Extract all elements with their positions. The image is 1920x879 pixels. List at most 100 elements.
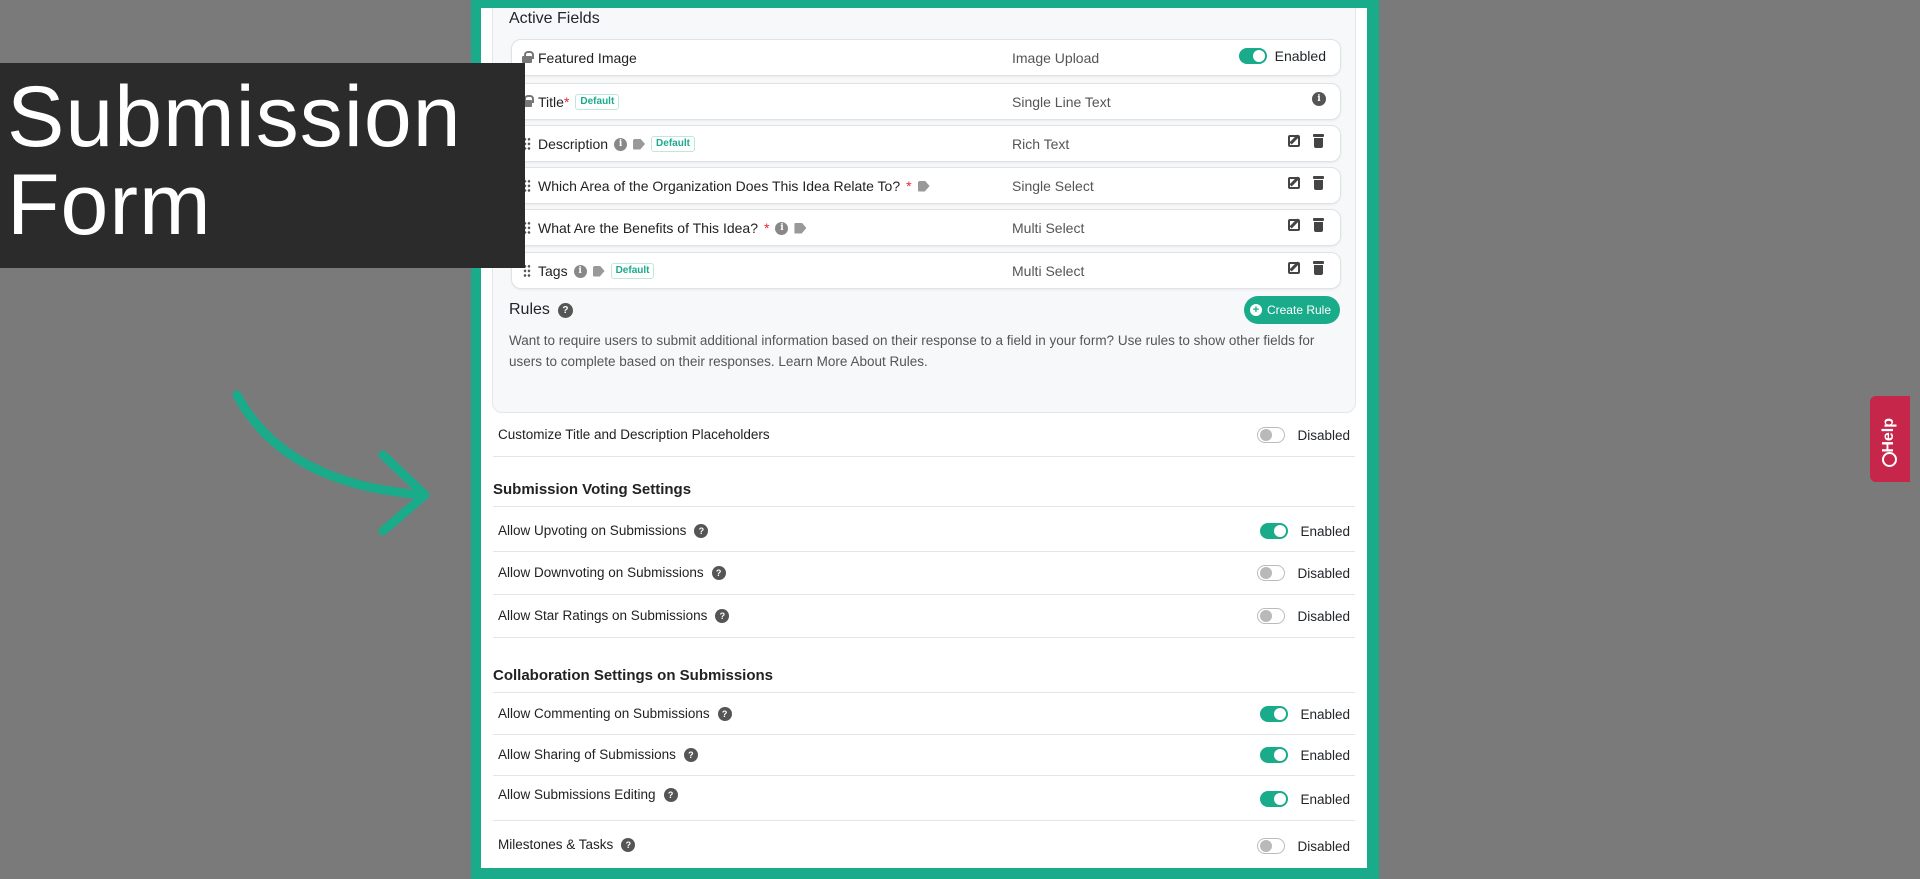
help-icon[interactable]: ? <box>717 706 732 721</box>
voting-section-heading: Submission Voting Settings <box>493 481 1355 507</box>
default-badge: Default <box>575 94 620 110</box>
tag-icon <box>633 138 646 150</box>
field-row-description[interactable]: Description i Default Rich Text <box>511 125 1341 162</box>
create-rule-label: Create Rule <box>1266 303 1331 317</box>
rules-description: Want to require users to submit addition… <box>509 333 1315 369</box>
featured-image-status: Enabled <box>1274 48 1326 64</box>
field-name: Title <box>538 94 564 110</box>
required-mark: * <box>563 94 570 110</box>
sharing-toggle[interactable] <box>1260 747 1289 763</box>
editing-row: Allow Submissions Editing? Enabled <box>493 776 1355 821</box>
field-type: Image Upload <box>1012 50 1100 66</box>
field-row-organization-area[interactable]: Which Area of the Organization Does This… <box>511 167 1341 204</box>
create-rule-button[interactable]: + Create Rule <box>1243 296 1340 324</box>
sharing-label: Allow Sharing of Submissions <box>498 747 676 762</box>
featured-image-toggle[interactable] <box>1238 48 1267 64</box>
field-name: Featured Image <box>538 50 637 66</box>
field-row-title: Title* Default Single Line Text i <box>511 83 1341 120</box>
info-icon[interactable]: i <box>614 137 628 151</box>
sharing-row: Allow Sharing of Submissions? Enabled <box>493 735 1355 776</box>
placeholders-row: Customize Title and Description Placehol… <box>493 412 1355 457</box>
help-icon[interactable]: ? <box>711 565 726 580</box>
help-tab[interactable]: Help <box>1870 396 1910 482</box>
field-name: What Are the Benefits of This Idea? <box>538 220 758 236</box>
commenting-toggle[interactable] <box>1260 706 1289 722</box>
downvoting-row: Allow Downvoting on Submissions? Disable… <box>493 552 1355 595</box>
sharing-status: Enabled <box>1300 747 1350 763</box>
help-tab-label: Help <box>1880 418 1897 453</box>
help-icon[interactable]: ? <box>694 523 709 538</box>
trash-icon[interactable] <box>1312 134 1326 148</box>
field-row-tags[interactable]: Tags i Default Multi Select <box>511 252 1341 289</box>
curved-arrow-icon <box>232 390 430 535</box>
field-type: Multi Select <box>1012 220 1085 236</box>
upvoting-toggle[interactable] <box>1260 523 1289 539</box>
edit-icon[interactable] <box>1288 177 1300 189</box>
downvoting-status: Disabled <box>1297 565 1350 581</box>
trash-icon[interactable] <box>1312 218 1326 232</box>
collaboration-section-heading: Collaboration Settings on Submissions <box>493 667 1355 693</box>
milestones-row: Milestones & Tasks? Disabled <box>493 821 1355 868</box>
field-name: Which Area of the Organization Does This… <box>538 178 901 194</box>
active-fields-title: Active Fields <box>509 10 600 27</box>
overlay-title: Submission Form <box>7 73 462 249</box>
star-ratings-status: Disabled <box>1297 608 1350 624</box>
info-icon[interactable]: i <box>775 221 789 235</box>
info-icon[interactable]: i <box>1312 92 1326 106</box>
form-editor-frame: Active Fields Featured Image Image Uploa… <box>471 0 1379 879</box>
field-row-benefits[interactable]: What Are the Benefits of This Idea? * i … <box>511 209 1341 246</box>
lock-icon <box>522 51 534 63</box>
milestones-toggle[interactable] <box>1257 838 1286 854</box>
field-type: Single Select <box>1012 178 1094 194</box>
default-badge: Default <box>651 136 695 152</box>
tag-icon <box>794 222 807 234</box>
star-ratings-toggle[interactable] <box>1257 608 1286 624</box>
field-type: Single Line Text <box>1012 94 1111 110</box>
field-type: Rich Text <box>1012 136 1070 152</box>
edit-icon[interactable] <box>1288 135 1300 147</box>
star-ratings-row: Allow Star Ratings on Submissions? Disab… <box>493 595 1355 638</box>
placeholders-label: Customize Title and Description Placehol… <box>498 427 770 442</box>
trash-icon[interactable] <box>1312 261 1326 275</box>
commenting-label: Allow Commenting on Submissions <box>498 706 710 721</box>
commenting-status: Enabled <box>1300 706 1350 722</box>
downvoting-label: Allow Downvoting on Submissions <box>498 565 704 580</box>
help-icon[interactable]: ? <box>715 608 730 623</box>
upvoting-row: Allow Upvoting on Submissions? Enabled <box>493 508 1355 552</box>
upvoting-status: Enabled <box>1300 523 1350 539</box>
smile-icon <box>1882 452 1897 467</box>
help-icon[interactable]: ? <box>621 837 636 852</box>
required-mark: * <box>906 178 912 194</box>
info-icon[interactable]: i <box>573 264 587 278</box>
star-ratings-label: Allow Star Ratings on Submissions <box>498 608 708 623</box>
milestones-label: Milestones & Tasks <box>498 837 614 852</box>
editing-label: Allow Submissions Editing <box>498 787 656 802</box>
help-icon[interactable]: ? <box>557 302 573 318</box>
trash-icon[interactable] <box>1312 176 1326 190</box>
title-overlay: Submission Form <box>0 63 525 268</box>
required-mark: * <box>763 220 770 236</box>
milestones-status: Disabled <box>1297 838 1350 854</box>
edit-icon[interactable] <box>1288 219 1300 231</box>
help-icon[interactable]: ? <box>663 787 678 802</box>
rules-heading: Rules ? <box>509 301 573 319</box>
edit-icon[interactable] <box>1288 262 1300 274</box>
field-type: Multi Select <box>1012 263 1085 279</box>
tag-icon <box>917 180 930 192</box>
downvoting-toggle[interactable] <box>1257 565 1286 581</box>
help-icon[interactable]: ? <box>683 747 698 762</box>
placeholders-status: Disabled <box>1297 427 1350 443</box>
overlay-title-line2: Form <box>7 157 212 253</box>
tag-icon <box>592 265 605 277</box>
editing-toggle[interactable] <box>1260 791 1289 807</box>
upvoting-label: Allow Upvoting on Submissions <box>498 523 687 538</box>
form-editor-panel: Active Fields Featured Image Image Uploa… <box>481 8 1367 868</box>
commenting-row: Allow Commenting on Submissions? Enabled <box>493 693 1355 735</box>
placeholders-toggle[interactable] <box>1257 427 1286 443</box>
active-fields-card: Active Fields Featured Image Image Uploa… <box>492 8 1356 413</box>
field-row-featured-image: Featured Image Image Upload Enabled <box>511 39 1341 76</box>
rules-title: Rules <box>509 301 550 318</box>
field-name: Description <box>538 136 609 152</box>
editing-status: Enabled <box>1300 791 1350 807</box>
default-badge: Default <box>610 263 655 279</box>
